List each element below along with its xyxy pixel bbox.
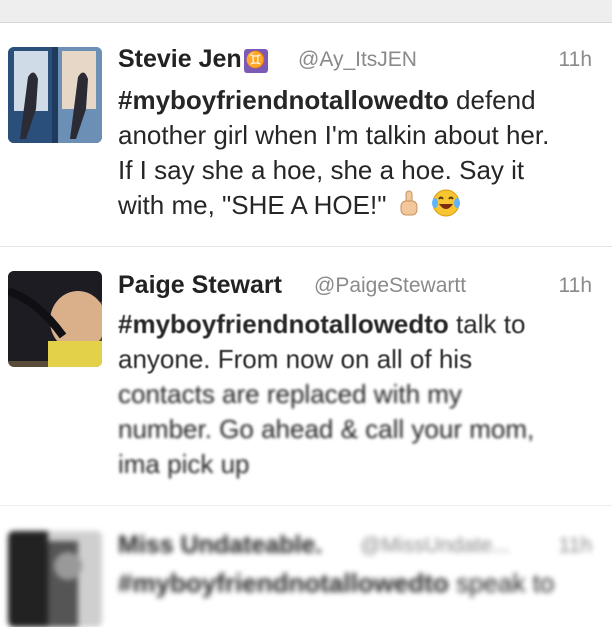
- tweet-item[interactable]: Stevie Jen ♊ @Ay_ItsJEN 11h #myboyfriendn…: [0, 23, 612, 247]
- display-name[interactable]: Miss Undateable.: [118, 531, 322, 560]
- display-name[interactable]: Stevie Jen ♊: [118, 45, 268, 74]
- username[interactable]: @MissUndate...: [360, 534, 510, 558]
- finger-up-emoji-icon: [398, 190, 420, 227]
- tweet-item[interactable]: Miss Undateable. @MissUndate... 11h #myb…: [0, 506, 612, 627]
- tweet-text: #myboyfriendnotallowedto speak to: [118, 568, 555, 598]
- top-bar: [0, 0, 612, 23]
- laughing-tears-emoji-icon: [431, 188, 461, 227]
- tweet-text: #myboyfriendnotallowedto talk to anyone.…: [118, 309, 535, 479]
- hashtag-link[interactable]: #myboyfriendnotallowedto: [118, 85, 449, 115]
- avatar[interactable]: [8, 47, 102, 143]
- hashtag-link[interactable]: #myboyfriendnotallowedto: [118, 309, 449, 339]
- avatar[interactable]: [8, 271, 102, 367]
- timestamp: 11h: [558, 274, 592, 297]
- username[interactable]: @Ay_ItsJEN: [298, 48, 417, 72]
- tweet-text: #myboyfriendnotallowedto defend another …: [118, 83, 598, 227]
- tweet-item[interactable]: Paige Stewart @PaigeStewartt 11h #myboyf…: [0, 247, 612, 506]
- timestamp: 11h: [558, 48, 592, 71]
- display-name[interactable]: Paige Stewart: [118, 271, 282, 300]
- timestamp: 11h: [558, 534, 592, 557]
- username[interactable]: @PaigeStewartt: [314, 274, 466, 298]
- hashtag-link[interactable]: #myboyfriendnotallowedto: [118, 568, 449, 598]
- avatar[interactable]: [8, 531, 102, 627]
- gemini-badge-icon: ♊: [243, 49, 268, 73]
